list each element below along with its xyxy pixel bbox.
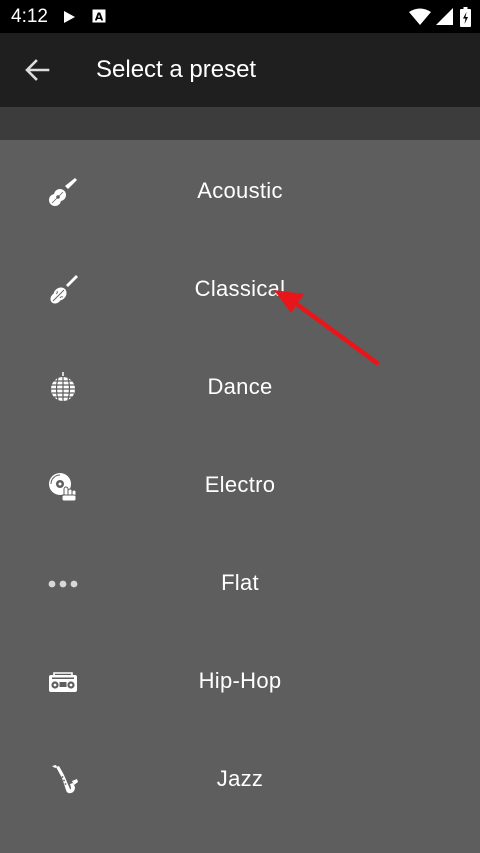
preset-list: Acoustic Classical Dance Electro Flat Hi… bbox=[0, 142, 480, 828]
header-divider bbox=[0, 107, 480, 140]
preset-item-classical[interactable]: Classical bbox=[0, 240, 480, 338]
preset-item-acoustic[interactable]: Acoustic bbox=[0, 142, 480, 240]
preset-item-flat[interactable]: Flat bbox=[0, 534, 480, 632]
preset-label: Jazz bbox=[216, 766, 264, 791]
preset-label: Hip-Hop bbox=[198, 668, 282, 693]
status-time: 4:12 bbox=[11, 6, 48, 27]
svg-text:A: A bbox=[95, 11, 104, 24]
back-arrow-icon[interactable] bbox=[22, 56, 52, 84]
font-a-icon: A bbox=[92, 9, 106, 23]
preset-item-jazz[interactable]: Jazz bbox=[0, 730, 480, 828]
preset-label: Dance bbox=[207, 374, 273, 399]
preset-label: Acoustic bbox=[197, 178, 283, 203]
preset-item-dance[interactable]: Dance bbox=[0, 338, 480, 436]
wifi-icon bbox=[409, 8, 431, 25]
battery-icon bbox=[460, 7, 471, 27]
app-bar: Select a preset bbox=[0, 33, 480, 107]
status-bar: 4:12 A bbox=[0, 0, 480, 33]
play-icon bbox=[64, 11, 75, 23]
page-title: Select a preset bbox=[96, 56, 257, 83]
preset-label: Flat bbox=[221, 570, 259, 595]
preset-item-electro[interactable]: Electro bbox=[0, 436, 480, 534]
preset-label: Electro bbox=[204, 472, 276, 497]
signal-icon bbox=[436, 8, 453, 25]
preset-item-hip-hop[interactable]: Hip-Hop bbox=[0, 632, 480, 730]
preset-label: Classical bbox=[194, 276, 286, 301]
